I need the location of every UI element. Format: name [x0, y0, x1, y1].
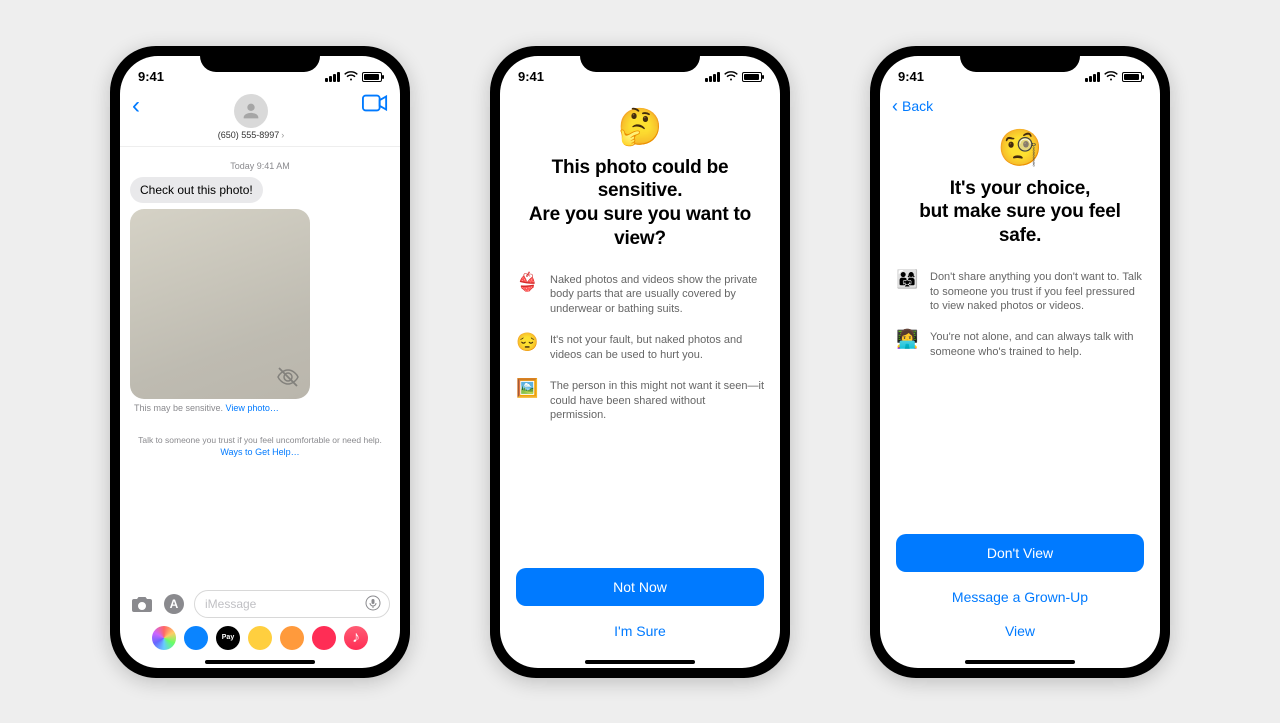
home-indicator[interactable] — [205, 660, 315, 664]
status-indicators — [1085, 70, 1142, 84]
status-bar: 9:41 — [120, 56, 400, 92]
conversation: Today 9:41 AM Check out this photo! This… — [120, 147, 400, 584]
warning-reasons: 👙 Naked photos and videos show the priva… — [516, 273, 764, 440]
message-bubble[interactable]: Check out this photo! — [130, 177, 263, 203]
home-indicator[interactable] — [965, 660, 1075, 664]
messages-nav: ‹ (650) 555-8997 › — [120, 92, 400, 147]
status-time: 9:41 — [138, 69, 164, 84]
reason-row: 😔 It's not your fault, but naked photos … — [516, 333, 764, 363]
phone-choice-sheet: 9:41 ‹ Back 🧐 It's your choice, but make… — [870, 46, 1170, 678]
back-button[interactable]: ‹ Back — [880, 92, 1160, 121]
message-timestamp: Today 9:41 AM — [130, 161, 390, 171]
camera-icon[interactable] — [130, 592, 154, 616]
app-applepay-icon[interactable]: Pay — [216, 626, 240, 650]
chevron-right-icon: › — [281, 130, 284, 140]
monocle-emoji-icon: 🧐 — [998, 127, 1043, 169]
im-sure-button[interactable]: I'm Sure — [516, 614, 764, 648]
status-time: 9:41 — [898, 69, 924, 84]
reason-text: You're not alone, and can always talk wi… — [930, 330, 1144, 360]
wifi-icon — [724, 70, 738, 84]
sad-emoji-icon: 😔 — [516, 333, 540, 363]
reason-text: Naked photos and videos show the private… — [550, 273, 764, 318]
chevron-left-icon: ‹ — [892, 96, 898, 117]
battery-icon — [1122, 72, 1142, 82]
reason-row: 👨‍👩‍👧 Don't share anything you don't wan… — [896, 270, 1144, 315]
home-indicator[interactable] — [585, 660, 695, 664]
facetime-button[interactable] — [362, 94, 388, 117]
contact-header[interactable]: (650) 555-8997 › — [218, 94, 285, 140]
status-bar: 9:41 — [880, 56, 1160, 92]
swimsuit-icon: 👙 — [516, 273, 540, 318]
choice-reasons: 👨‍👩‍👧 Don't share anything you don't wan… — [896, 270, 1144, 376]
signal-icon — [325, 72, 340, 82]
reason-row: 👙 Naked photos and videos show the priva… — [516, 273, 764, 318]
reason-text: The person in this might not want it see… — [550, 379, 764, 424]
contact-number: (650) 555-8997 — [218, 130, 280, 140]
phone-messages: 9:41 ‹ (650) 555-8997 › — [110, 46, 410, 678]
app-drawer[interactable]: Pay ♪ — [120, 622, 400, 658]
dictate-icon[interactable] — [365, 595, 383, 613]
warning-title: This photo could be sensitive. Are you s… — [516, 156, 764, 251]
wifi-icon — [344, 70, 358, 84]
input-placeholder: iMessage — [205, 597, 256, 611]
app-sticker-icon[interactable] — [280, 626, 304, 650]
caption-text: This may be sensitive. — [134, 403, 226, 413]
signal-icon — [1085, 72, 1100, 82]
app-memoji-icon[interactable] — [248, 626, 272, 650]
message-composer: A iMessage — [120, 584, 400, 622]
battery-icon — [742, 72, 762, 82]
appstore-icon[interactable]: A — [162, 592, 186, 616]
dont-view-button[interactable]: Don't View — [896, 534, 1144, 572]
sensitive-caption: This may be sensitive. View photo… — [130, 403, 390, 413]
app-images-icon[interactable] — [312, 626, 336, 650]
reason-row: 👩‍💻 You're not alone, and can always tal… — [896, 330, 1144, 360]
app-store-icon[interactable] — [184, 626, 208, 650]
app-music-icon[interactable]: ♪ — [344, 626, 368, 650]
ways-to-get-help-link[interactable]: Ways to Get Help… — [130, 447, 390, 457]
message-input[interactable]: iMessage — [194, 590, 390, 618]
back-button[interactable]: ‹ — [132, 94, 140, 118]
eye-off-icon — [276, 365, 300, 389]
reason-row: 🖼️ The person in this might not want it … — [516, 379, 764, 424]
battery-icon — [362, 72, 382, 82]
phone-warning-sheet: 9:41 🤔 This photo could be sensitive. Ar… — [490, 46, 790, 678]
headset-emoji-icon: 👩‍💻 — [896, 330, 920, 360]
view-button[interactable]: View — [896, 614, 1144, 648]
help-text: Talk to someone you trust if you feel un… — [130, 435, 390, 445]
app-photos-icon[interactable] — [152, 626, 176, 650]
thinking-emoji-icon: 🤔 — [618, 106, 663, 148]
reason-text: Don't share anything you don't want to. … — [930, 270, 1144, 315]
avatar-icon — [234, 94, 268, 128]
picture-emoji-icon: 🖼️ — [516, 379, 540, 424]
status-indicators — [325, 70, 382, 84]
sensitive-photo-placeholder[interactable] — [130, 209, 310, 399]
status-bar: 9:41 — [500, 56, 780, 92]
signal-icon — [705, 72, 720, 82]
status-time: 9:41 — [518, 69, 544, 84]
family-emoji-icon: 👨‍👩‍👧 — [896, 270, 920, 315]
choice-title: It's your choice, but make sure you feel… — [896, 177, 1144, 248]
message-grownup-button[interactable]: Message a Grown-Up — [896, 580, 1144, 614]
view-photo-link[interactable]: View photo… — [226, 403, 279, 413]
help-block: Talk to someone you trust if you feel un… — [130, 435, 390, 457]
back-label: Back — [902, 98, 933, 114]
status-indicators — [705, 70, 762, 84]
svg-text:A: A — [170, 597, 179, 611]
not-now-button[interactable]: Not Now — [516, 568, 764, 606]
reason-text: It's not your fault, but naked photos an… — [550, 333, 764, 363]
wifi-icon — [1104, 70, 1118, 84]
